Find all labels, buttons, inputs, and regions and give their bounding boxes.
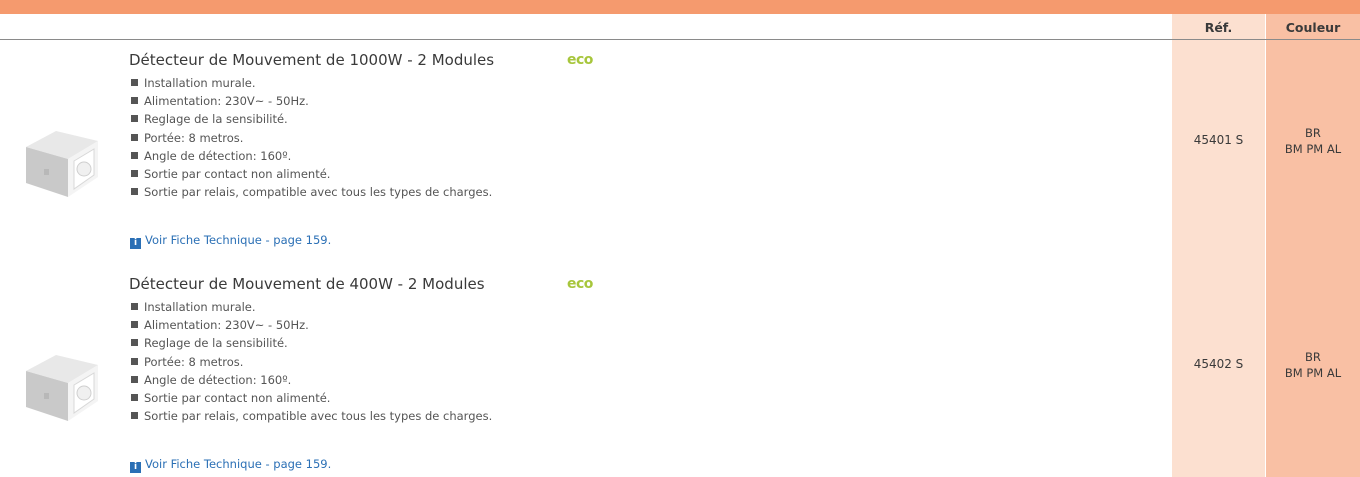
tech-sheet-link[interactable]: i Voir Fiche Technique - page 159. (130, 457, 331, 473)
product-ref: 45402 S (1193, 357, 1244, 371)
bullet-icon (131, 375, 138, 383)
tech-sheet-link[interactable]: i Voir Fiche Technique - page 159. (130, 233, 331, 249)
bullet-icon (131, 151, 138, 159)
feature-list: Installation murale. Alimentation: 230V~… (131, 74, 492, 201)
motion-detector-image (26, 355, 98, 421)
bullet-icon (131, 394, 138, 402)
list-item: Angle de détection: 160º. (131, 147, 492, 165)
list-item: Alimentation: 230V~ - 50Hz. (131, 316, 492, 334)
bullet-icon (131, 79, 138, 86)
feature-list: Installation murale. Alimentation: 230V~… (131, 298, 492, 425)
color-column-background (1266, 14, 1360, 477)
product-ref: 45401 S (1193, 133, 1244, 147)
list-item: Sortie par contact non alimenté. (131, 389, 492, 407)
list-item: Portée: 8 metros. (131, 353, 492, 371)
bullet-icon (131, 188, 138, 196)
bullet-icon (131, 170, 138, 178)
color-column-header: Couleur (1285, 20, 1341, 35)
list-item: Sortie par relais, compatible avec tous … (131, 183, 492, 201)
top-color-band (0, 0, 1360, 14)
eco-logo: eco (567, 52, 593, 68)
motion-detector-image (26, 131, 98, 197)
list-item: Sortie par relais, compatible avec tous … (131, 407, 492, 425)
list-item: Reglage de la sensibilité. (131, 334, 492, 352)
list-item: Alimentation: 230V~ - 50Hz. (131, 92, 492, 110)
header-divider (0, 39, 1360, 40)
bullet-icon (131, 321, 138, 329)
bullet-icon (131, 115, 138, 123)
bullet-icon (131, 303, 138, 310)
list-item: Installation murale. (131, 74, 492, 92)
product-colors: BR BM PM AL (1284, 126, 1342, 156)
list-item: Sortie par contact non alimenté. (131, 165, 492, 183)
bullet-icon (131, 97, 138, 105)
bullet-icon (131, 357, 138, 365)
bullet-icon (131, 133, 138, 141)
bullet-icon (131, 339, 138, 347)
list-item: Portée: 8 metros. (131, 129, 492, 147)
ref-column-background (1172, 14, 1265, 477)
ref-column-header: Réf. (1204, 20, 1233, 35)
list-item: Installation murale. (131, 298, 492, 316)
info-icon: i (130, 238, 141, 249)
list-item: Reglage de la sensibilité. (131, 110, 492, 128)
product-title: Détecteur de Mouvement de 1000W - 2 Modu… (129, 51, 495, 69)
eco-logo: eco (567, 276, 593, 292)
bullet-icon (131, 412, 138, 420)
product-colors: BR BM PM AL (1284, 350, 1342, 380)
info-icon: i (130, 462, 141, 473)
product-title: Détecteur de Mouvement de 400W - 2 Modul… (129, 275, 485, 293)
list-item: Angle de détection: 160º. (131, 371, 492, 389)
